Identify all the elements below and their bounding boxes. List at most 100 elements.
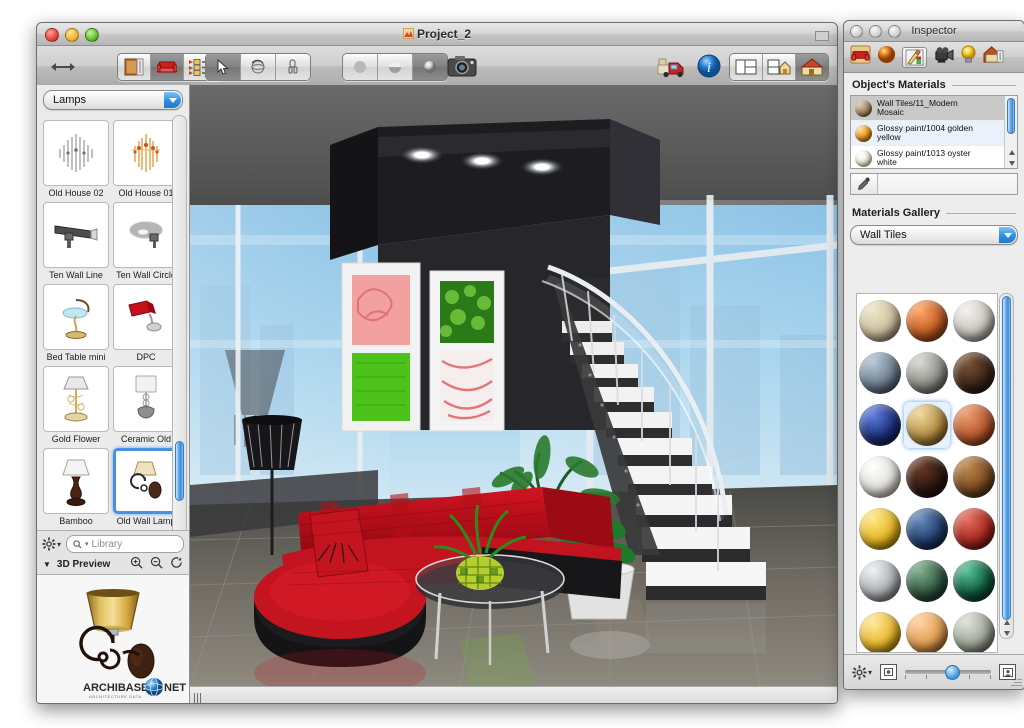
gallery-swatch-tile-dark-brown[interactable]: [951, 350, 997, 396]
view-mode-segment[interactable]: [729, 53, 829, 81]
gallery-swatch-tile-modern-mosaic[interactable]: [903, 402, 950, 448]
plan-view-button[interactable]: [730, 54, 763, 80]
library-item-old-house-02[interactable]: Old House 02: [43, 120, 109, 199]
library-item-bed-table-mini[interactable]: Bed Table mini: [43, 284, 109, 363]
resize-grip-icon[interactable]: [194, 690, 204, 703]
gallery-swatch-tile-navy[interactable]: [904, 506, 950, 552]
document-titlebar[interactable]: Project_2: [37, 23, 837, 46]
gallery-swatch-tile-emerald[interactable]: [951, 558, 997, 604]
object-tab[interactable]: [850, 45, 871, 69]
library-gear-menu[interactable]: ▾: [42, 537, 61, 551]
objects-materials-list[interactable]: Wall Tiles/11_Modern Mosaic Glossy paint…: [850, 95, 1018, 169]
split-view-button[interactable]: [763, 54, 796, 80]
library-item-gold-flower[interactable]: Gold Flower: [43, 366, 109, 445]
library-item-ten-wall-circle[interactable]: Ten Wall Circle: [113, 202, 173, 281]
close-button[interactable]: [45, 28, 59, 42]
gallery-swatch-tile-golden-yellow[interactable]: [857, 506, 903, 552]
resize-grip-icon[interactable]: [1010, 675, 1022, 687]
gallery-swatch-tile-light-grey-pattern[interactable]: [951, 298, 997, 344]
arrow-tool-button[interactable]: [206, 54, 241, 80]
reset-rotate-icon[interactable]: [170, 556, 183, 572]
library-item-old-wall-lamp[interactable]: Old Wall Lamp: [113, 448, 173, 527]
gallery-swatch-tile-silver-grey[interactable]: [857, 558, 903, 604]
gallery-swatch-tile-rust-orange[interactable]: [951, 402, 997, 448]
library-search-field[interactable]: ▾ Library: [66, 535, 184, 553]
library-item-bamboo[interactable]: Bamboo: [43, 448, 109, 527]
smooth-shading-button[interactable]: [378, 54, 413, 80]
gallery-scrollbar-thumb[interactable]: [1002, 296, 1011, 620]
disclosure-triangle-icon[interactable]: ▼: [43, 560, 51, 569]
lights-tab[interactable]: [960, 45, 977, 69]
inspector-close-button[interactable]: [850, 25, 863, 38]
resize-arrows-icon[interactable]: [51, 60, 75, 78]
zoom-in-icon[interactable]: [130, 556, 143, 572]
minimize-button[interactable]: [65, 28, 79, 42]
info-button[interactable]: i: [697, 54, 721, 83]
material-row[interactable]: Glossy paint/1004 golden yellow: [851, 121, 1017, 146]
inspector-zoom-button[interactable]: [888, 25, 901, 38]
chevron-down-icon[interactable]: [164, 92, 181, 108]
material-picker-field[interactable]: [878, 174, 1017, 194]
walk-tool-button[interactable]: [276, 54, 310, 80]
project-tab[interactable]: [983, 45, 1004, 69]
gallery-swatch-tile-brick-red[interactable]: [951, 506, 997, 552]
scroll-up-arrow[interactable]: [1006, 147, 1017, 157]
eyedropper-button[interactable]: [851, 174, 878, 194]
small-preview-icon[interactable]: [880, 664, 898, 680]
render-truck-button[interactable]: [657, 54, 687, 83]
material-row[interactable]: Glossy paint/1013 oyster white: [851, 146, 1017, 168]
window-resize-widget[interactable]: [815, 31, 829, 41]
snapshot-camera-button[interactable]: [447, 54, 477, 83]
library-item-ten-wall-line[interactable]: Ten Wall Line: [43, 202, 109, 281]
gallery-swatch-tile-sage[interactable]: [951, 610, 997, 652]
gallery-swatch-tile-sand-orange[interactable]: [904, 610, 950, 652]
3d-render-viewport[interactable]: [190, 85, 837, 687]
shading-segment[interactable]: [342, 53, 448, 81]
furniture-library-button[interactable]: [151, 54, 184, 80]
materials-list-scrollbar-thumb[interactable]: [1007, 98, 1015, 134]
edit-tab[interactable]: [902, 46, 927, 68]
gallery-swatch-tile-terracotta[interactable]: [904, 298, 950, 344]
gallery-swatch-tile-amber[interactable]: [857, 610, 903, 652]
gallery-swatch-tile-beige-pattern[interactable]: [857, 298, 903, 344]
library-item-ceramic-old[interactable]: Ceramic Old: [113, 366, 173, 445]
materials-gallery-grid[interactable]: [856, 293, 998, 653]
gallery-scrollbar[interactable]: [999, 293, 1014, 639]
library-item-old-house-01[interactable]: Old House 01: [113, 120, 173, 199]
zoom-out-icon[interactable]: [150, 556, 163, 572]
zoom-button[interactable]: [85, 28, 99, 42]
3d-view-button[interactable]: [796, 54, 828, 80]
gallery-swatch-tile-grey-stone[interactable]: [904, 350, 950, 396]
red-sofa-icon: [850, 45, 871, 64]
slider-knob[interactable]: [944, 664, 960, 680]
inspector-gear-menu[interactable]: ▾: [852, 664, 872, 680]
library-scrollbar-thumb[interactable]: [175, 440, 184, 501]
rotate-tool-button[interactable]: [241, 54, 276, 80]
3d-preview-panel[interactable]: ARCHIBASE NET ARCHITECTURE DATA ARCHIBAS…: [37, 574, 190, 703]
library-item-dpc[interactable]: DPC: [113, 284, 173, 363]
camera-tab[interactable]: [933, 46, 954, 69]
gallery-swatch-tile-forest-green[interactable]: [904, 558, 950, 604]
gallery-swatch-tile-white-grid[interactable]: [857, 454, 903, 500]
flat-shading-button[interactable]: [343, 54, 378, 80]
inspector-minimize-button[interactable]: [869, 25, 882, 38]
gallery-swatch-tile-deep-blue[interactable]: [857, 402, 903, 448]
inspector-titlebar[interactable]: Inspector: [844, 21, 1024, 42]
gallery-swatch-tile-walnut[interactable]: [951, 454, 997, 500]
red-desk-lamp-icon: [128, 300, 162, 332]
materials-tab[interactable]: [877, 45, 896, 69]
gallery-category-popup[interactable]: Wall Tiles: [850, 225, 1018, 245]
chevron-down-icon[interactable]: [999, 227, 1016, 243]
library-category-popup[interactable]: Lamps: [43, 90, 183, 110]
materials-list-scrollbar[interactable]: [1004, 96, 1017, 168]
scroll-up-arrow[interactable]: [1001, 617, 1012, 627]
scroll-down-arrow[interactable]: [1001, 628, 1012, 638]
preview-size-slider[interactable]: [905, 664, 991, 680]
scroll-down-arrow[interactable]: [1006, 158, 1017, 168]
gallery-swatch-tile-espresso[interactable]: [904, 454, 950, 500]
gallery-swatch-tile-slate-blue[interactable]: [857, 350, 903, 396]
material-row[interactable]: Wall Tiles/11_Modern Mosaic: [851, 96, 1017, 121]
render-shading-button[interactable]: [413, 54, 447, 80]
catalog-browser-button[interactable]: [118, 54, 151, 80]
select-tools-segment[interactable]: [205, 53, 311, 81]
